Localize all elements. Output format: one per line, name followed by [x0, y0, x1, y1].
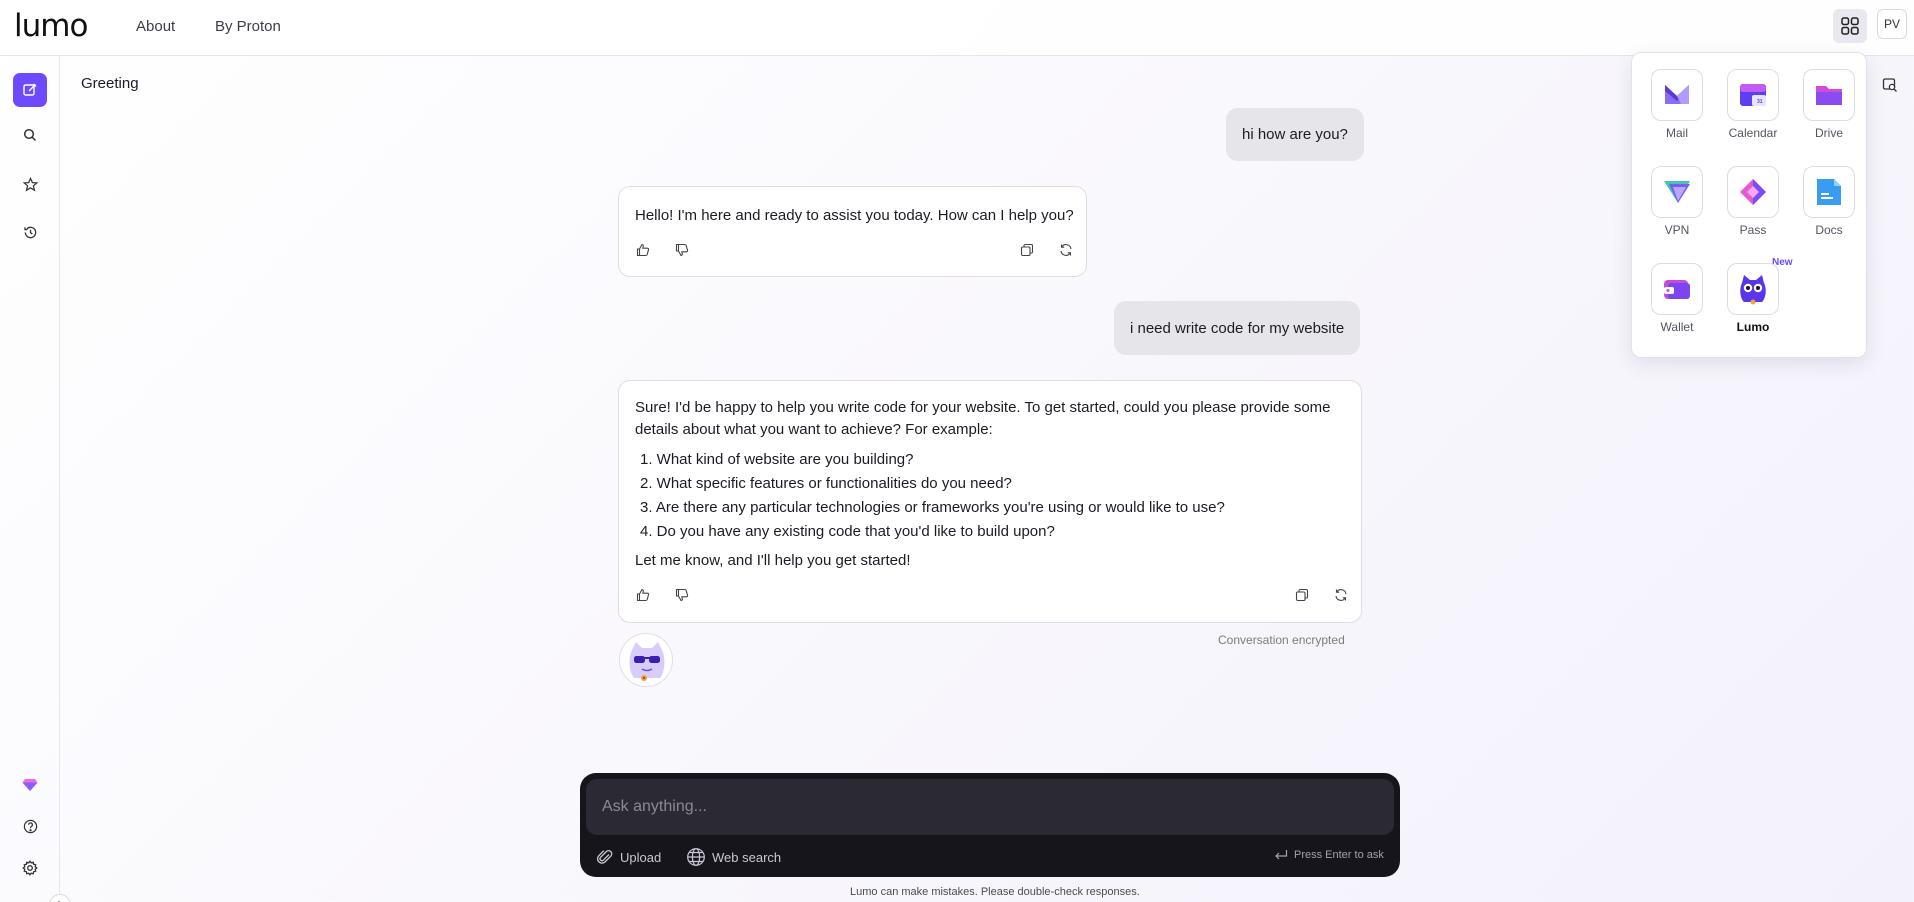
refresh-icon	[1335, 589, 1347, 601]
conversation-search-button[interactable]	[1882, 77, 1898, 98]
settings-button[interactable]	[13, 851, 47, 885]
copy-icon	[1295, 588, 1309, 602]
enter-hint-text: Press Enter to ask	[1294, 849, 1384, 861]
upload-label: Upload	[620, 849, 662, 865]
search-button[interactable]	[13, 118, 47, 152]
regenerate-button[interactable]	[1056, 240, 1076, 260]
upload-button[interactable]: Upload	[596, 843, 661, 871]
gear-icon	[22, 860, 38, 876]
new-chat-button[interactable]	[13, 73, 47, 107]
app-lumo[interactable]: New Lumo	[1718, 257, 1793, 345]
list-item: 3. Are there any particular technologies…	[640, 499, 1225, 516]
apps-dropdown: Mail 31 Calendar Drive VPN Pass Docs Wal…	[1631, 52, 1867, 358]
docs-icon	[1817, 179, 1841, 205]
thumbs-down-button[interactable]	[672, 585, 692, 605]
thumbs-down-icon	[675, 243, 689, 257]
enter-key-icon	[1275, 850, 1288, 860]
app-label: Docs	[1815, 223, 1843, 237]
history-button[interactable]	[13, 215, 47, 249]
lumo-cat-icon	[629, 642, 665, 681]
paperclip-icon	[596, 850, 613, 864]
sidebar	[0, 56, 71, 902]
encryption-status: Conversation encrypted	[1218, 633, 1345, 647]
app-label: Mail	[1665, 126, 1688, 140]
thumbs-up-button[interactable]	[633, 240, 653, 260]
history-icon	[23, 226, 36, 238]
app-drive[interactable]: Drive	[1794, 69, 1864, 151]
thumbs-up-icon	[636, 588, 650, 602]
calendar-day: 31	[1757, 99, 1763, 105]
upgrade-button[interactable]	[13, 768, 47, 802]
app-pass[interactable]: Pass	[1718, 166, 1788, 248]
app-label: Drive	[1814, 126, 1843, 140]
conversation-title: Greeting	[81, 75, 139, 92]
web-search-label: Web search	[712, 849, 782, 865]
web-search-button[interactable]: Web search	[686, 843, 781, 871]
refresh-icon	[1060, 244, 1072, 256]
help-button[interactable]	[13, 809, 47, 843]
app-mail[interactable]: Mail	[1642, 69, 1712, 151]
regenerate-button[interactable]	[1331, 585, 1351, 605]
nav-by-proton[interactable]: By Proton	[215, 18, 281, 35]
nav-about[interactable]: About	[136, 18, 175, 35]
apps-grid-button[interactable]	[1833, 9, 1867, 43]
apps-grid-icon	[1841, 17, 1859, 35]
lumo-logo[interactable]: lumo	[14, 8, 88, 44]
app-calendar[interactable]: 31 Calendar	[1718, 69, 1788, 151]
lumo-mascot-avatar	[619, 633, 673, 687]
enter-hint: Press Enter to ask	[1274, 849, 1384, 861]
new-chat-icon	[23, 83, 37, 96]
expand-sidebar-button[interactable]	[49, 894, 71, 902]
app-label: Wallet	[1660, 320, 1694, 334]
help-icon	[23, 819, 37, 833]
disclaimer: Lumo can make mistakes. Please double-ch…	[850, 886, 1140, 898]
app-wallet[interactable]: Wallet	[1642, 263, 1712, 345]
thumbs-down-button[interactable]	[672, 240, 692, 260]
star-icon	[22, 176, 38, 192]
app-docs[interactable]: Docs	[1794, 166, 1864, 248]
assistant-message-intro: Sure! I'd be happy to help you write cod…	[635, 399, 1331, 438]
wallet-icon	[1664, 280, 1690, 299]
app-vpn[interactable]: VPN	[1642, 166, 1712, 248]
copy-button[interactable]	[1017, 240, 1037, 260]
list-item: 2. What specific features or functionali…	[640, 475, 1012, 492]
vpn-icon	[1664, 181, 1690, 203]
drive-icon	[1816, 86, 1842, 105]
search-icon	[23, 128, 37, 142]
assistant-message-text: Hello! I'm here and ready to assist you …	[635, 207, 1074, 224]
composer: Upload Web search Press Enter to ask	[580, 773, 1400, 877]
chat-search-icon	[1882, 78, 1897, 92]
assistant-message: Sure! I'd be happy to help you write cod…	[618, 380, 1362, 623]
user-message: hi how are you?	[1226, 108, 1364, 161]
assistant-message: Hello! I'm here and ready to assist you …	[618, 186, 1087, 277]
lumo-icon	[1740, 275, 1766, 305]
diamond-icon	[22, 779, 38, 791]
app-label: Pass	[1739, 223, 1767, 237]
list-item: 4. Do you have any existing code that yo…	[640, 523, 1055, 540]
app-label: Lumo	[1736, 320, 1770, 334]
assistant-message-outro: Let me know, and I'll help you get start…	[635, 552, 911, 569]
thumbs-up-icon	[636, 243, 650, 257]
favorites-button[interactable]	[13, 167, 47, 201]
thumbs-down-icon	[675, 588, 689, 602]
list-item: 1. What kind of website are you building…	[640, 451, 914, 468]
user-message: i need write code for my website	[1114, 301, 1361, 355]
copy-icon	[1020, 243, 1034, 257]
ask-input[interactable]	[586, 779, 1394, 835]
pass-icon	[1740, 179, 1766, 205]
assistant-message-list: 1. What kind of website are you building…	[635, 448, 1225, 544]
user-avatar-button[interactable]: PV	[1877, 9, 1907, 39]
thumbs-up-button[interactable]	[633, 585, 653, 605]
app-label: VPN	[1664, 223, 1690, 237]
app-label: Calendar	[1728, 126, 1778, 140]
top-bar: lumo About By Proton PV	[0, 0, 1914, 56]
mail-icon	[1665, 85, 1689, 104]
copy-button[interactable]	[1292, 585, 1312, 605]
globe-icon	[687, 848, 705, 866]
